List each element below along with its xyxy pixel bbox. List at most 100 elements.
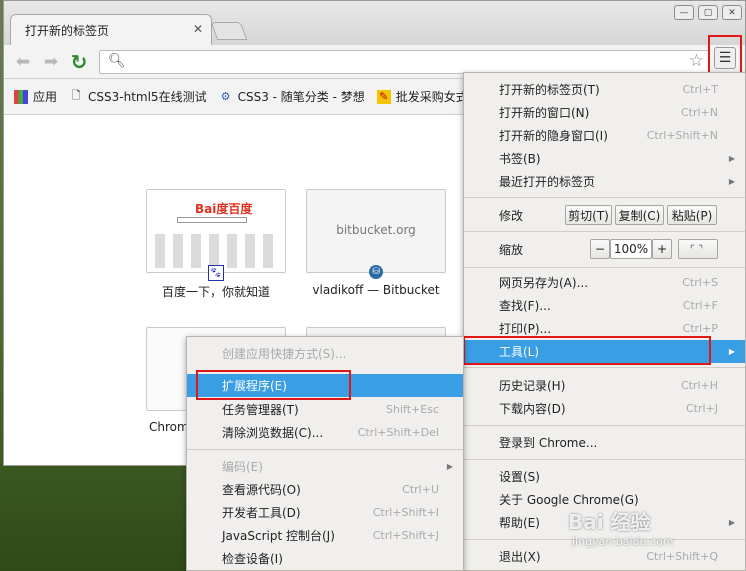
baidu-logo: Bai度百度 [195,202,253,216]
menu-item-recent-tabs[interactable]: 最近打开的标签页 ▶ [464,170,745,193]
menu-label: 检查设备(I) [222,552,283,566]
tab-new-tab[interactable]: 打开新的标签页 ✕ [10,14,212,45]
fullscreen-icon: ⌜⌝ [689,242,707,256]
hamburger-menu-icon: ☰ [714,47,736,69]
close-window-button[interactable]: ✕ [722,5,742,20]
reload-icon[interactable]: ↻ [68,50,90,74]
tile-domain: bitbucket.org [336,223,416,237]
shortcut: Ctrl+Shift+Del [357,426,439,439]
menu-separator [464,459,745,460]
menu-separator [187,449,463,450]
menu-label: 设置(S) [499,470,540,484]
annotation-box-extensions [196,370,351,400]
menu-label: 最近打开的标签页 [499,175,596,189]
copy-button[interactable]: 复制(C) [615,205,664,225]
edit-row: 修改 剪切(T) 复制(C) 粘贴(P) [464,201,745,229]
menu-separator [464,267,745,268]
menu-label: 打开新的窗口(N) [499,106,590,120]
chrome-main-menu: 打开新的标签页(T) Ctrl+T 打开新的窗口(N) Ctrl+N 打开新的隐… [463,72,746,571]
menu-item-incognito[interactable]: 打开新的隐身窗口(I) Ctrl+Shift+N [464,124,745,147]
menu-item-settings[interactable]: 设置(S) [464,465,745,488]
menu-item-find[interactable]: 查找(F)... Ctrl+F [464,294,745,317]
title-bar: 打开新的标签页 ✕ — ▢ ✕ [4,1,745,45]
menu-label: 打开新的标签页(T) [499,83,600,97]
menu-item-exit[interactable]: 退出(X) Ctrl+Shift+Q [464,545,745,568]
shop-icon: ✎ [376,89,391,104]
page-icon: 🗋 [71,89,81,102]
menu-item-new-window[interactable]: 打开新的窗口(N) Ctrl+N [464,101,745,124]
shortcut: Ctrl+J [685,402,718,415]
search-icon: 🔍︎ [108,53,126,69]
menu-item-new-tab[interactable]: 打开新的标签页(T) Ctrl+T [464,78,745,101]
menu-item-encoding: 编码(E) ▶ [187,455,463,478]
tile-caption: vladikoff — Bitbucket [312,283,440,297]
submenu-arrow-icon: ▶ [728,518,735,527]
menu-label: 打开新的隐身窗口(I) [499,129,608,143]
menu-label: 书签(B) [499,152,541,166]
shortcut: Ctrl+Shift+I [372,506,439,519]
menu-label: 编码(E) [222,460,263,474]
menu-item-task-manager[interactable]: 任务管理器(T) Shift+Esc [187,398,463,421]
zoom-level: 100% [610,239,652,259]
menu-item-signin[interactable]: 登录到 Chrome... [464,431,745,454]
menu-separator [464,367,745,368]
new-tab-button[interactable] [210,22,248,40]
bookmark-star-icon[interactable]: ☆ [689,51,704,71]
maximize-button[interactable]: ▢ [698,5,718,20]
bookmark-label: 应用 [33,90,58,104]
shortcut: Shift+Esc [386,403,439,416]
shortcut: Ctrl+S [682,276,718,289]
menu-label: 登录到 Chrome... [499,436,598,450]
menu-item-save-page[interactable]: 网页另存为(A)... Ctrl+S [464,271,745,294]
menu-item-js-console[interactable]: JavaScript 控制台(J) Ctrl+Shift+J [187,524,463,547]
fullscreen-button[interactable]: ⌜⌝ [678,239,718,259]
bookmark-css3-test[interactable]: 🗋 CSS3-html5在线测试 [69,88,215,105]
paste-button[interactable]: 粘贴(P) [667,205,717,225]
menu-item-devtools[interactable]: 开发者工具(D) Ctrl+Shift+I [187,501,463,524]
menu-label: 查找(F)... [499,299,551,313]
bitbucket-icon: ⛁ [369,265,383,279]
zoom-label: 缩放 [499,242,524,257]
tab-close-icon[interactable]: ✕ [193,22,203,36]
most-visited-tile-bitbucket[interactable]: bitbucket.org [306,189,446,273]
minimize-button[interactable]: — [674,5,694,20]
shortcut: Ctrl+Shift+N [646,129,718,142]
submenu-arrow-icon: ▶ [728,177,735,186]
cut-button[interactable]: 剪切(T) [565,205,612,225]
most-visited-tile-baidu[interactable]: Bai度百度 [146,189,286,273]
address-bar[interactable]: 🔍︎ ☆ [99,50,709,74]
bookmark-shop[interactable]: ✎ 批发采购女式 [376,88,476,105]
zoom-in-button[interactable]: + [652,239,672,259]
bookmark-apps[interactable]: 应用 [14,88,65,105]
baidu-jingyan-watermark: Bai 经验 jingyan.baidu.com [568,506,674,548]
menu-item-downloads[interactable]: 下载内容(D) Ctrl+J [464,397,745,420]
forward-arrow-icon[interactable]: ➡ [40,51,62,73]
bookmark-css3-blog[interactable]: ⚙ CSS3 - 随笔分类 - 梦想 [219,88,373,105]
menu-item-inspect-devices[interactable]: 检查设备(I) [187,547,463,570]
back-arrow-icon[interactable]: ⬅ [12,51,34,73]
menu-separator [464,425,745,426]
menu-item-history[interactable]: 历史记录(H) Ctrl+H [464,374,745,397]
menu-label: 查看源代码(O) [222,483,301,497]
menu-separator [464,197,745,198]
bookmark-label: CSS3-html5在线测试 [88,90,207,104]
tile-caption: 百度一下，你就知道 [161,285,270,299]
menu-item-clear-data[interactable]: 清除浏览数据(C)... Ctrl+Shift+Del [187,421,463,444]
submenu-arrow-icon: ▶ [728,347,735,356]
menu-item-bookmarks[interactable]: 书签(B) ▶ [464,147,745,170]
search-box-preview [177,217,247,223]
zoom-out-button[interactable]: − [590,239,610,259]
menu-label: 打印(P)... [499,322,552,336]
menu-label: 帮助(E) [499,516,540,530]
annotation-box-tools [463,336,711,365]
menu-item-view-source[interactable]: 查看源代码(O) Ctrl+U [187,478,463,501]
edit-label: 修改 [499,208,524,223]
shortcut: Ctrl+N [680,106,718,119]
shortcut: Ctrl+T [682,83,718,96]
tab-title: 打开新的标签页 [25,23,110,38]
menu-label: 下载内容(D) [499,402,566,416]
menu-label: 创建应用快捷方式(S)... [222,347,347,361]
menu-separator [464,231,745,232]
shortcut: Ctrl+P [682,322,718,335]
menu-label: 历史记录(H) [499,379,566,393]
